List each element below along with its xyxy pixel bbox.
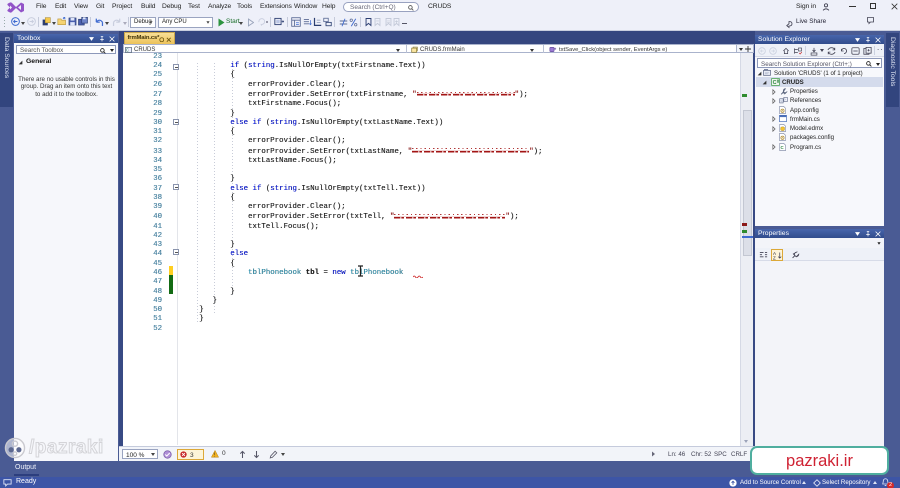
svg-text:Z: Z <box>773 255 776 259</box>
svg-text:C: C <box>126 47 129 52</box>
svg-text:C: C <box>773 80 777 86</box>
svg-text:!: ! <box>214 452 215 457</box>
